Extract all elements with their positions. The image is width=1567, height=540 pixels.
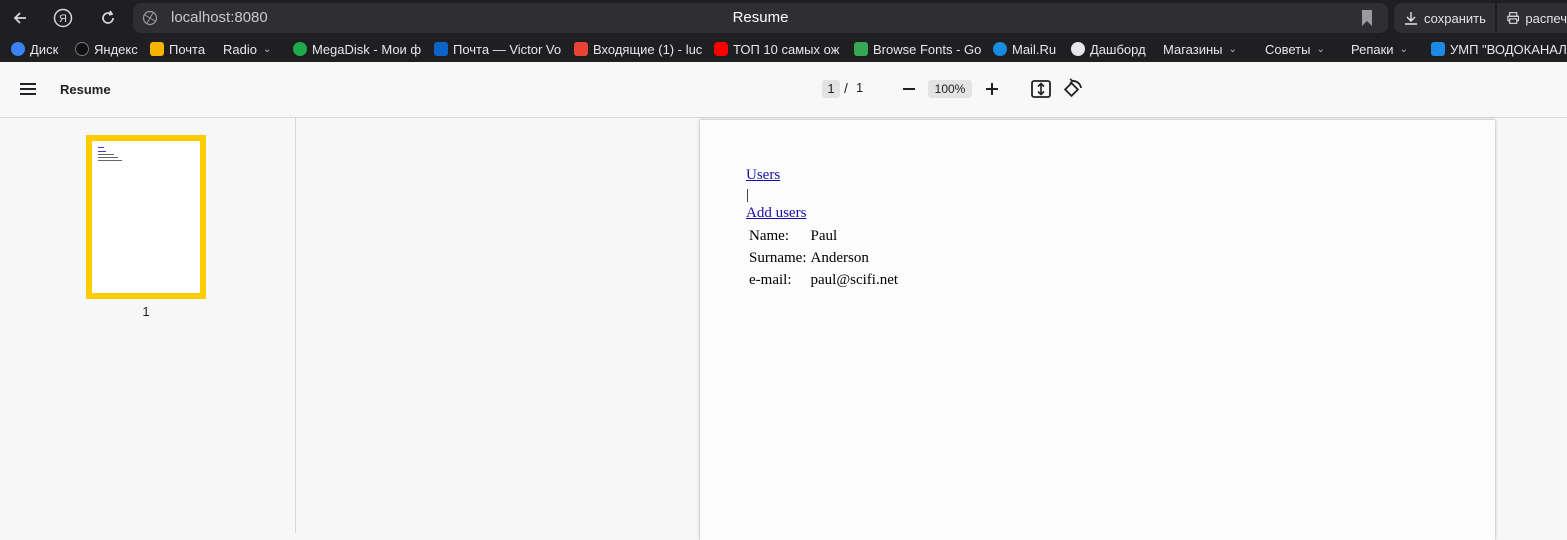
mail-envelope-icon <box>150 42 164 56</box>
thumbnail-text-line <box>98 154 114 155</box>
cat-icon <box>1071 42 1085 56</box>
total-pages: 1 <box>856 80 864 95</box>
bookmark-ump[interactable]: УМП "ВОДОКАНАЛ <box>1431 40 1567 58</box>
browser-top-bar: Я localhost:8080 Resume сохранить распеч <box>0 0 1567 36</box>
bookmark-folder-tips[interactable]: Советы ⌄ <box>1265 40 1325 58</box>
pdf-viewer: Users | Add users Name: Paul Surname: An… <box>297 118 1567 540</box>
zoom-level-input[interactable]: 100% <box>928 80 972 98</box>
page-title: Resume <box>732 9 789 26</box>
bookmark-mail[interactable]: Почта <box>150 40 205 58</box>
outlook-icon <box>434 42 448 56</box>
thumbnail-text-line <box>98 160 122 161</box>
bookmark-label: УМП "ВОДОКАНАЛ <box>1450 41 1567 57</box>
thumbnail-text-line <box>98 157 118 158</box>
bookmark-outlook[interactable]: Почта — Victor Vo <box>434 40 561 58</box>
bookmark-mailru[interactable]: Mail.Ru <box>993 40 1056 58</box>
bookmark-label: Репаки <box>1351 41 1394 57</box>
youtube-icon <box>714 42 728 56</box>
thumbnail-text-line <box>98 147 104 148</box>
bookmark-gmail[interactable]: Входящие (1) - luc <box>574 40 702 58</box>
reload-button[interactable] <box>95 5 121 31</box>
save-button[interactable]: сохранить <box>1394 3 1495 33</box>
yandex-star-icon <box>75 42 89 56</box>
chevron-down-icon: ⌄ <box>262 43 272 55</box>
bookmark-label: Дашборд <box>1090 41 1146 57</box>
zoom-out-icon[interactable] <box>898 78 920 100</box>
document-title: Resume <box>60 82 111 97</box>
zoom-in-icon[interactable] <box>981 78 1003 100</box>
bookmark-disk[interactable]: Диск <box>11 40 58 58</box>
table-row: e-mail: paul@scifi.net <box>748 271 899 291</box>
add-users-link[interactable]: Add users <box>746 205 806 222</box>
pdf-page: Users | Add users Name: Paul Surname: An… <box>700 120 1495 540</box>
field-value: Paul <box>810 228 838 244</box>
table-row: Surname: Anderson <box>748 249 899 269</box>
chevron-down-icon: ⌄ <box>1399 43 1408 55</box>
yandex-disk-icon <box>11 42 25 56</box>
ump-icon <box>1431 42 1445 56</box>
pdf-toolbar: Resume 1 / 1 100% <box>0 62 1567 118</box>
yandex-logo-icon: Я <box>53 8 73 28</box>
bookmark-folder-repacks[interactable]: Репаки ⌄ <box>1351 40 1408 58</box>
bookmark-label: ТОП 10 самых ож <box>733 41 840 57</box>
table-row: Name: Paul <box>748 227 899 247</box>
yandex-home-button[interactable]: Я <box>50 5 76 31</box>
bookmark-label: Яндекс <box>94 41 138 57</box>
bookmark-google-fonts[interactable]: Browse Fonts - Go <box>854 40 981 58</box>
bookmark-label: MegaDisk - Мои ф <box>312 41 422 57</box>
link-separator: | <box>746 187 750 203</box>
bookmark-label: Mail.Ru <box>1012 41 1057 57</box>
field-value: Anderson <box>810 250 869 266</box>
bookmark-folder-radio[interactable]: Radio ⌄ <box>223 40 271 58</box>
reload-icon <box>102 10 114 24</box>
bookmark-icon[interactable] <box>1360 9 1374 27</box>
page-thumbnail[interactable] <box>86 135 206 299</box>
gmail-icon <box>574 42 588 56</box>
megadisk-icon <box>293 42 307 56</box>
bookmark-label: Советы <box>1265 41 1311 57</box>
address-bar[interactable]: localhost:8080 Resume <box>133 3 1388 33</box>
thumbnail-sidebar: 1 <box>0 118 296 533</box>
thumbnail-page-number: 1 <box>142 304 150 319</box>
thumbnail-text-line <box>98 151 106 152</box>
svg-text:Я: Я <box>59 13 67 25</box>
user-info-table: Name: Paul Surname: Anderson e-mail: pau… <box>746 225 901 293</box>
current-page-input[interactable]: 1 <box>822 80 840 98</box>
chevron-down-icon: ⌄ <box>1228 43 1237 55</box>
page-separator: / <box>844 80 848 96</box>
field-label: Name: <box>749 228 789 244</box>
hamburger-menu-icon[interactable] <box>18 81 38 97</box>
print-label: распеч <box>1525 10 1567 26</box>
bookmark-megadisk[interactable]: MegaDisk - Мои ф <box>293 40 421 58</box>
field-label: Surname: <box>749 250 807 266</box>
bookmark-label: Магазины <box>1163 41 1223 57</box>
chevron-down-icon: ⌄ <box>1316 43 1325 55</box>
fit-page-icon[interactable] <box>1030 78 1052 100</box>
bookmarks-bar: Диск Яндекс Почта Radio ⌄ MegaDisk - Мои … <box>0 36 1567 62</box>
bookmark-yandex[interactable]: Яндекс <box>75 40 138 58</box>
rotate-icon[interactable] <box>1062 78 1084 100</box>
arrow-left-icon <box>13 12 26 24</box>
printer-icon <box>1507 12 1520 24</box>
field-value: paul@scifi.net <box>810 272 899 288</box>
google-fonts-icon <box>854 42 868 56</box>
bookmark-folder-shops[interactable]: Магазины ⌄ <box>1163 40 1237 58</box>
mailru-icon <box>993 42 1007 56</box>
bookmark-label: Диск <box>30 41 59 57</box>
back-button[interactable] <box>7 5 33 31</box>
field-label: e-mail: <box>749 272 792 288</box>
save-label: сохранить <box>1424 10 1486 26</box>
bookmark-youtube[interactable]: ТОП 10 самых ож <box>714 40 839 58</box>
bookmark-label: Почта <box>169 41 206 57</box>
bookmark-label: Входящие (1) - luc <box>593 41 703 57</box>
users-link[interactable]: Users <box>746 167 780 184</box>
print-button[interactable]: распеч <box>1497 3 1567 33</box>
bookmark-label: Почта — Victor Vo <box>453 41 562 57</box>
bookmark-dashboard[interactable]: Дашборд <box>1071 40 1146 58</box>
bookmark-label: Browse Fonts - Go <box>873 41 982 57</box>
download-icon <box>1405 12 1417 25</box>
bookmark-label: Radio <box>223 41 257 57</box>
